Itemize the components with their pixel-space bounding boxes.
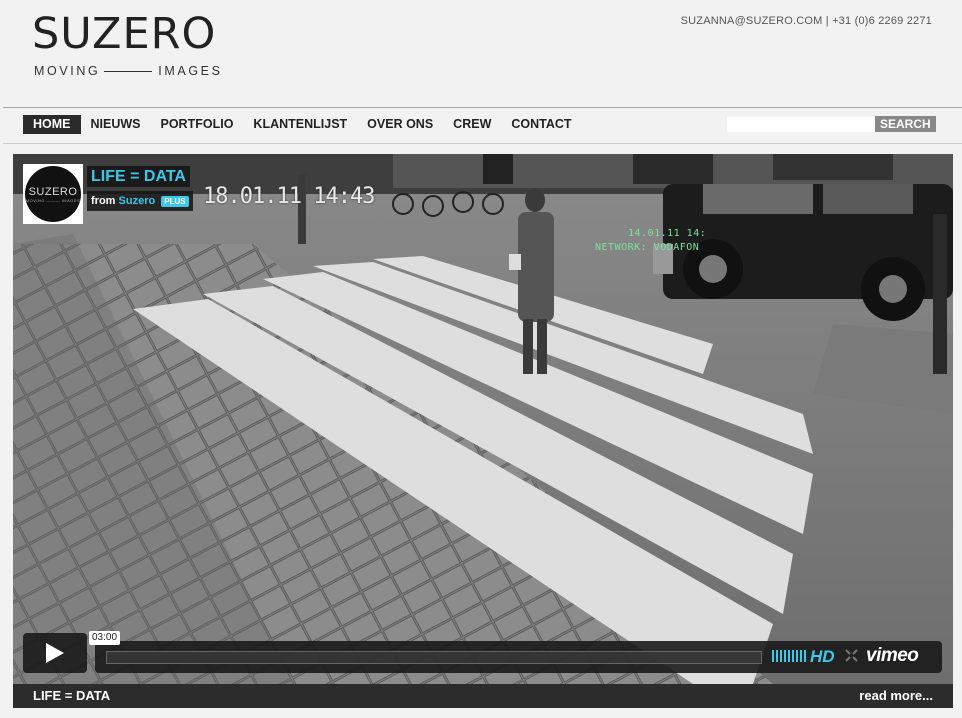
- nav-item-portfolio[interactable]: PORTFOLIO: [151, 115, 244, 134]
- byline-brand-link[interactable]: Suzero: [119, 195, 156, 207]
- video-caption-bar: LIFE = DATA read more...: [13, 684, 953, 708]
- duration-tooltip: 03:00: [89, 631, 121, 645]
- video-byline: from Suzero PLUS: [87, 191, 193, 211]
- logo-tagline-left: MOVING: [34, 64, 101, 78]
- logo-tagline-right: IMAGES: [158, 64, 223, 78]
- read-more-link[interactable]: read more...: [859, 688, 933, 703]
- vimeo-logo[interactable]: vimeo: [866, 645, 919, 667]
- video-player[interactable]: SUZERO MOVING ——— IMAGES LIFE = DATA fro…: [13, 154, 953, 684]
- site-logo[interactable]: SUZERO MOVING IMAGES: [32, 12, 242, 82]
- search-button[interactable]: SEARCH: [875, 116, 936, 132]
- nav-item-crew[interactable]: CREW: [443, 115, 501, 134]
- main-nav: HOME NIEUWS PORTFOLIO KLANTENLIJST OVER …: [23, 115, 582, 134]
- play-icon: [46, 643, 64, 663]
- progress-bar[interactable]: [106, 651, 762, 664]
- search-form: SEARCH: [727, 116, 936, 132]
- nav-item-over-ons[interactable]: OVER ONS: [357, 115, 443, 134]
- nav-item-home[interactable]: HOME: [23, 115, 81, 134]
- volume-control[interactable]: [772, 650, 806, 662]
- logo-wordmark: SUZERO: [32, 9, 217, 59]
- header-divider: [3, 107, 962, 108]
- caption-title: LIFE = DATA: [33, 688, 111, 703]
- search-input[interactable]: [727, 116, 875, 132]
- video-timestamp-overlay: 18.01.11 14:43: [203, 184, 375, 209]
- logo-tagline: MOVING IMAGES: [34, 64, 236, 78]
- fullscreen-icon[interactable]: [845, 649, 858, 667]
- play-button[interactable]: [23, 633, 87, 673]
- nav-item-contact[interactable]: CONTACT: [501, 115, 581, 134]
- contact-info: SUZANNA@SUZERO.COM | +31 (0)6 2269 2271: [680, 15, 932, 27]
- player-controlbar: HD vimeo: [95, 641, 942, 673]
- video-title[interactable]: LIFE = DATA: [87, 166, 190, 187]
- channel-logo[interactable]: SUZERO MOVING ——— IMAGES: [23, 164, 83, 224]
- hd-toggle[interactable]: HD: [810, 647, 835, 667]
- nav-item-klantenlijst[interactable]: KLANTENLIJST: [243, 115, 357, 134]
- nav-divider: [3, 143, 962, 144]
- plus-badge: PLUS: [161, 196, 189, 207]
- channel-logo-sub: MOVING ——— IMAGES: [25, 197, 81, 203]
- video-overlay-network: NETWORK: VODAFON: [595, 242, 700, 253]
- video-frame-image: [13, 154, 953, 684]
- byline-from: from: [91, 195, 116, 207]
- channel-logo-main: SUZERO: [28, 185, 78, 198]
- nav-item-nieuws[interactable]: NIEUWS: [81, 115, 151, 134]
- video-overlay-date: 14.01.11 14:: [628, 228, 707, 239]
- logo-tagline-rule: [104, 70, 153, 72]
